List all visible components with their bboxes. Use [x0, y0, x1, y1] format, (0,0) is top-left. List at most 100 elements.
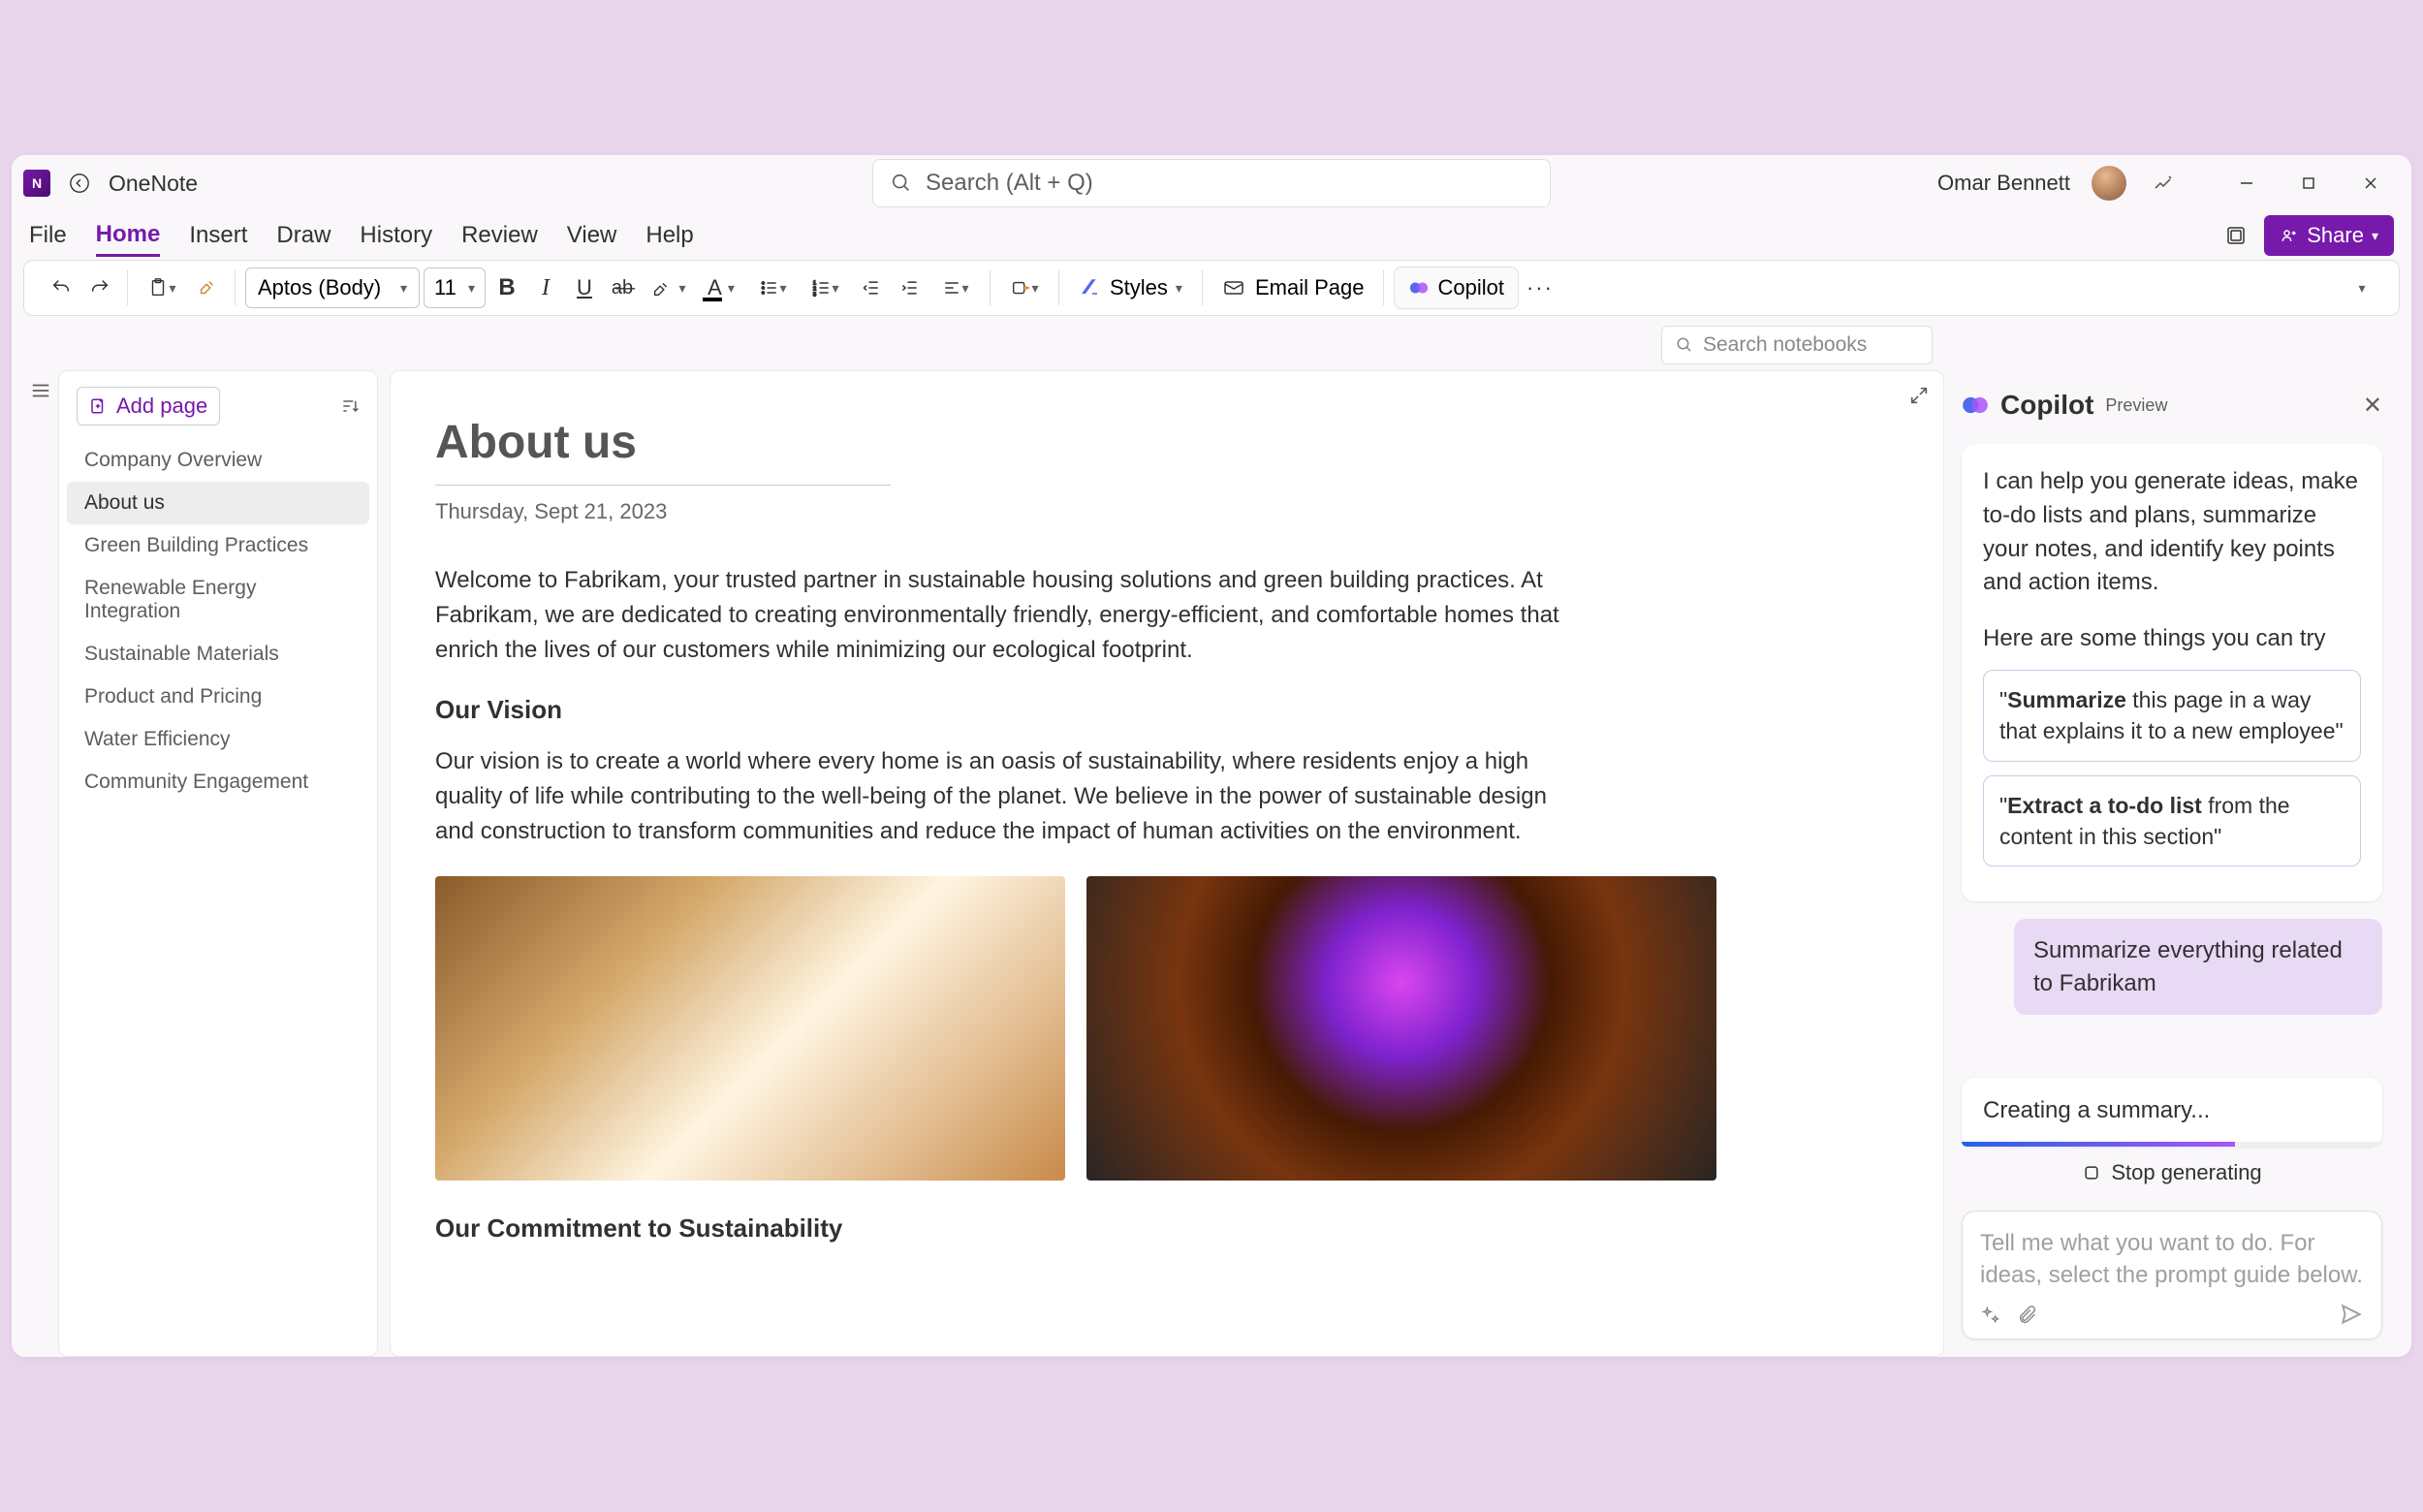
- search-icon: [1676, 336, 1693, 354]
- close-button[interactable]: [2342, 167, 2400, 200]
- title-bar: N OneNote Search (Alt + Q) Omar Bennett: [12, 155, 2411, 211]
- mail-icon: [1222, 276, 1245, 299]
- toolbar: ▾ Aptos (Body)▾ 11▾ B I U ab— ▾ A▾ ▾ 123…: [23, 260, 2400, 316]
- page-date: Thursday, Sept 21, 2023: [435, 499, 1899, 524]
- font-name-select[interactable]: Aptos (Body)▾: [245, 268, 420, 308]
- tab-home[interactable]: Home: [96, 215, 161, 257]
- paste-button[interactable]: ▾: [138, 270, 186, 305]
- search-icon: [891, 173, 912, 194]
- app-icon: N: [23, 170, 50, 197]
- image-spiral-dome[interactable]: [1086, 876, 1716, 1181]
- add-page-icon: [89, 397, 107, 415]
- format-painter-button[interactable]: [190, 270, 225, 305]
- stop-icon: [2082, 1163, 2101, 1182]
- user-name[interactable]: Omar Bennett: [1937, 171, 2070, 196]
- font-size-select[interactable]: 11▾: [424, 268, 486, 308]
- send-button[interactable]: [2339, 1302, 2364, 1327]
- font-color-button[interactable]: A▾: [697, 270, 745, 305]
- search-input[interactable]: Search (Alt + Q): [872, 159, 1551, 207]
- indent-button[interactable]: [893, 270, 928, 305]
- ribbon-tabs: File Home Insert Draw History Review Vie…: [12, 211, 2411, 260]
- copilot-ribbon-button[interactable]: Copilot: [1394, 267, 1518, 309]
- expand-page-button[interactable]: [1908, 385, 1930, 406]
- outdent-button[interactable]: [854, 270, 889, 305]
- tab-view[interactable]: View: [567, 216, 617, 255]
- copilot-progress-text: Creating a summary...: [1983, 1097, 2361, 1124]
- attach-icon[interactable]: [2017, 1306, 2038, 1327]
- collapse-ribbon-button[interactable]: ▾: [2344, 270, 2379, 305]
- page-canvas[interactable]: About us Thursday, Sept 21, 2023 Welcome…: [390, 370, 1944, 1357]
- nav-toggle-button[interactable]: [30, 380, 51, 1357]
- page-item-product-pricing[interactable]: Product and Pricing: [67, 676, 369, 718]
- copilot-intro-text: I can help you generate ideas, make to-d…: [1983, 465, 2361, 600]
- bullet-list-button[interactable]: ▾: [749, 270, 798, 305]
- avatar[interactable]: [2092, 166, 2126, 201]
- minimize-button[interactable]: [2218, 167, 2276, 200]
- page-item-sustainable-materials[interactable]: Sustainable Materials: [67, 633, 369, 676]
- page-title[interactable]: About us: [435, 416, 1899, 469]
- page-item-about-us[interactable]: About us: [67, 482, 369, 524]
- title-underline: [435, 485, 891, 486]
- copilot-logo-icon: [1962, 392, 1989, 419]
- paragraph-vision[interactable]: Our vision is to create a world where ev…: [435, 744, 1579, 849]
- image-wooden-architecture[interactable]: [435, 876, 1065, 1181]
- highlight-button[interactable]: ▾: [645, 270, 693, 305]
- bold-button[interactable]: B: [489, 270, 524, 305]
- copilot-try-text: Here are some things you can try: [1983, 625, 2361, 652]
- styles-icon: [1079, 276, 1102, 299]
- copilot-input[interactable]: Tell me what you want to do. For ideas, …: [1962, 1211, 2382, 1339]
- copilot-close-button[interactable]: ✕: [2363, 392, 2382, 420]
- copilot-suggestion-summarize[interactable]: "Summarize this page in a way that expla…: [1983, 670, 2361, 761]
- page-item-company-overview[interactable]: Company Overview: [67, 439, 369, 482]
- progress-bar: [1962, 1142, 2382, 1147]
- number-list-button[interactable]: 123▾: [802, 270, 850, 305]
- copilot-title: Copilot: [2000, 390, 2093, 421]
- copilot-icon: [1408, 277, 1430, 299]
- copilot-suggestion-todo[interactable]: "Extract a to-do list from the content i…: [1983, 775, 2361, 866]
- paragraph-intro[interactable]: Welcome to Fabrikam, your trusted partne…: [435, 563, 1579, 668]
- tag-button[interactable]: ▾: [1000, 270, 1049, 305]
- copilot-preview-badge: Preview: [2105, 395, 2167, 416]
- back-button[interactable]: [64, 168, 95, 199]
- svg-text:3: 3: [813, 292, 816, 298]
- sparkle-icon[interactable]: [1980, 1306, 2001, 1327]
- heading-vision[interactable]: Our Vision: [435, 695, 1899, 725]
- tab-history[interactable]: History: [360, 216, 432, 255]
- draw-quick-icon[interactable]: [2148, 167, 2181, 200]
- chevron-down-icon: ▾: [2372, 228, 2378, 244]
- tab-draw[interactable]: Draw: [276, 216, 330, 255]
- pages-sidebar: Add page Company Overview About us Green…: [58, 370, 378, 1357]
- search-placeholder: Search (Alt + Q): [926, 170, 1093, 197]
- stop-generating-button[interactable]: Stop generating: [1962, 1147, 2382, 1199]
- email-page-button[interactable]: Email Page: [1212, 269, 1374, 306]
- more-button[interactable]: ···: [1523, 270, 1558, 305]
- heading-commitment[interactable]: Our Commitment to Sustainability: [435, 1213, 1899, 1244]
- page-item-community-engagement[interactable]: Community Engagement: [67, 761, 369, 803]
- underline-button[interactable]: U: [567, 270, 602, 305]
- tab-file[interactable]: File: [29, 216, 67, 255]
- page-item-renewable-energy[interactable]: Renewable Energy Integration: [67, 567, 369, 633]
- italic-button[interactable]: I: [528, 270, 563, 305]
- tab-review[interactable]: Review: [461, 216, 538, 255]
- sort-pages-button[interactable]: [340, 396, 360, 416]
- copilot-progress-card: Creating a summary...: [1962, 1078, 2382, 1147]
- undo-button[interactable]: [44, 270, 79, 305]
- share-icon: [2280, 226, 2299, 245]
- copilot-user-message: Summarize everything related to Fabrikam: [2014, 919, 2382, 1015]
- search-notebooks-input[interactable]: Search notebooks: [1661, 326, 1933, 364]
- styles-button[interactable]: Styles▾: [1069, 269, 1192, 306]
- copilot-panel: Copilot Preview ✕ I can help you generat…: [1944, 370, 2400, 1357]
- feed-icon[interactable]: [2221, 221, 2250, 250]
- share-button[interactable]: Share ▾: [2264, 215, 2394, 256]
- page-item-water-efficiency[interactable]: Water Efficiency: [67, 718, 369, 761]
- maximize-button[interactable]: [2280, 167, 2338, 200]
- copilot-intro-card: I can help you generate ideas, make to-d…: [1962, 444, 2382, 901]
- page-item-green-building[interactable]: Green Building Practices: [67, 524, 369, 567]
- add-page-button[interactable]: Add page: [77, 387, 220, 425]
- strikethrough-button[interactable]: ab—: [606, 270, 641, 305]
- tab-insert[interactable]: Insert: [189, 216, 247, 255]
- app-title: OneNote: [109, 171, 198, 197]
- tab-help[interactable]: Help: [645, 216, 693, 255]
- align-button[interactable]: ▾: [931, 270, 980, 305]
- redo-button[interactable]: [82, 270, 117, 305]
